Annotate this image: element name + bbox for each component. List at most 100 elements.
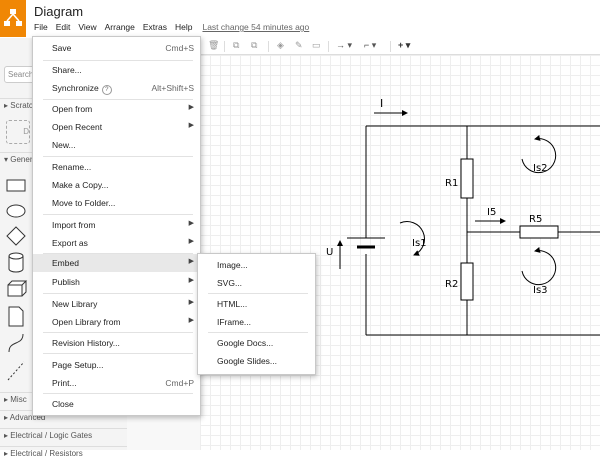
menu-item-label: Make a Copy... (52, 180, 109, 190)
shortcut-label: Cmd+S (165, 43, 194, 53)
label-is2[interactable]: Is2 (533, 163, 548, 174)
menu-item-label: Import from (52, 220, 96, 230)
menu-divider (208, 293, 308, 294)
drawio-logo-icon (4, 9, 22, 26)
menu-item-publish[interactable]: Publish ▶ (33, 273, 200, 291)
label-i5[interactable]: I5 (487, 207, 496, 218)
menu-item-label: HTML... (217, 299, 248, 309)
menu-item-move-to-folder[interactable]: Move to Folder... (33, 194, 200, 212)
resistor-r2[interactable] (460, 262, 474, 301)
menu-item-label: New... (52, 140, 76, 150)
menu-item-make-a-copy[interactable]: Make a Copy... (33, 176, 200, 194)
menu-divider (208, 332, 308, 333)
to-back-icon[interactable]: ⧉ (251, 40, 257, 51)
toolbar-divider (328, 41, 329, 52)
menu-item-synchronize[interactable]: Synchronize? Alt+Shift+S (33, 79, 200, 97)
menu-item-new-library[interactable]: New Library ▶ (33, 295, 200, 313)
document-title[interactable]: Diagram (34, 4, 83, 19)
toolbar-divider (224, 41, 225, 52)
menu-item-page-setup[interactable]: Page Setup... (33, 356, 200, 374)
last-change-link[interactable]: Last change 54 minutes ago (202, 22, 309, 36)
menu-item-export-as[interactable]: Export as ▶ (33, 234, 200, 252)
menu-item-embed[interactable]: Embed ▶ (33, 254, 200, 272)
menu-item-open-library-from[interactable]: Open Library from ▶ (33, 313, 200, 331)
menu-item-open-recent[interactable]: Open Recent ▶ (33, 118, 200, 136)
loop-arrow-is3[interactable] (521, 247, 557, 286)
label-r5[interactable]: R5 (529, 214, 542, 225)
menu-file[interactable]: File (34, 22, 48, 36)
menu-item-revision-history[interactable]: Revision History... (33, 334, 200, 352)
fill-color-icon[interactable]: ◈ (277, 40, 284, 51)
ellipse-shape[interactable] (6, 203, 28, 219)
shadow-icon[interactable]: ▭ (312, 40, 321, 51)
menu-divider (43, 353, 193, 354)
submenu-arrow-icon: ▶ (188, 122, 194, 129)
menu-edit[interactable]: Edit (56, 22, 71, 36)
curve-shape[interactable] (6, 332, 28, 354)
waypoints-icon[interactable]: ⌐ ▾ (364, 40, 376, 51)
menu-item-html[interactable]: HTML... (198, 295, 315, 313)
menu-arrange[interactable]: Arrange (105, 22, 135, 36)
menu-item-google-slides[interactable]: Google Slides... (198, 352, 315, 370)
line-color-icon[interactable]: ✎ (295, 40, 303, 51)
menu-item-open-from[interactable]: Open from ▶ (33, 100, 200, 118)
resistor-r1[interactable] (460, 158, 474, 199)
section-label: Misc (10, 395, 27, 404)
menu-item-google-docs[interactable]: Google Docs... (198, 334, 315, 352)
submenu-arrow-icon: ▶ (188, 258, 194, 265)
voltage-source-symbol[interactable] (347, 237, 385, 249)
label-r2[interactable]: R2 (445, 279, 458, 290)
menu-divider (43, 332, 193, 333)
app-logo[interactable] (0, 0, 26, 37)
menu-divider (43, 214, 193, 215)
menu-item-label: New Library (52, 299, 98, 309)
cylinder-shape[interactable] (6, 252, 28, 274)
submenu-arrow-icon: ▶ (188, 220, 194, 227)
shortcut-label: Cmd+P (165, 378, 194, 388)
menu-item-print[interactable]: Print... Cmd+P (33, 374, 200, 392)
menu-item-label: Image... (217, 260, 248, 270)
label-is1[interactable]: Is1 (412, 238, 427, 249)
line-shape[interactable] (6, 360, 28, 382)
label-is3[interactable]: Is3 (533, 285, 548, 296)
menu-extras[interactable]: Extras (143, 22, 167, 36)
menu-item-save[interactable]: Save Cmd+S (33, 39, 200, 57)
section-electrical-resistors[interactable]: ▸ Electrical / Resistors (0, 446, 131, 461)
label-u[interactable]: U (326, 247, 333, 258)
section-electrical-logic-gates[interactable]: ▸ Electrical / Logic Gates (0, 428, 131, 443)
menu-item-rename[interactable]: Rename... (33, 158, 200, 176)
delete-icon[interactable]: 🗑 (208, 40, 219, 51)
connection-icon[interactable]: → ▾ (336, 40, 352, 51)
rhombus-shape[interactable] (6, 226, 28, 248)
section-label: Electrical / Resistors (10, 449, 83, 458)
menu-view[interactable]: View (78, 22, 96, 36)
toolbar-divider (268, 41, 269, 52)
scratchpad-drop-area[interactable]: D (6, 120, 30, 144)
section-label: Electrical / Logic Gates (10, 431, 93, 440)
menu-item-image[interactable]: Image... (198, 256, 315, 274)
resistor-r5-branch[interactable] (467, 225, 600, 239)
insert-icon[interactable]: + ▾ (398, 40, 410, 51)
menu-item-import-from[interactable]: Import from ▶ (33, 216, 200, 234)
menu-item-label: SVG... (217, 278, 243, 288)
circuit-wires[interactable] (365, 125, 600, 336)
menu-item-share[interactable]: Share... (33, 61, 200, 79)
menu-divider (43, 156, 193, 157)
menu-item-svg[interactable]: SVG... (198, 274, 315, 292)
synchronize-label: Synchronize (52, 83, 99, 93)
menu-item-iframe[interactable]: IFrame... (198, 313, 315, 331)
submenu-arrow-icon: ▶ (188, 299, 194, 306)
label-i[interactable]: I (380, 97, 383, 110)
menu-item-label: Google Docs... (217, 338, 274, 348)
label-r1[interactable]: R1 (445, 178, 458, 189)
help-icon[interactable]: ? (101, 85, 112, 95)
rectangle-shape[interactable] (6, 178, 28, 194)
cube-shape[interactable] (6, 280, 28, 298)
to-front-icon[interactable]: ⧉ (233, 40, 239, 51)
menu-item-new[interactable]: New... (33, 136, 200, 154)
menu-help[interactable]: Help (175, 22, 192, 36)
menu-item-label: Google Slides... (217, 356, 278, 366)
menu-item-label: Close (52, 399, 74, 409)
menu-item-close[interactable]: Close (33, 395, 200, 413)
document-shape[interactable] (6, 306, 28, 328)
